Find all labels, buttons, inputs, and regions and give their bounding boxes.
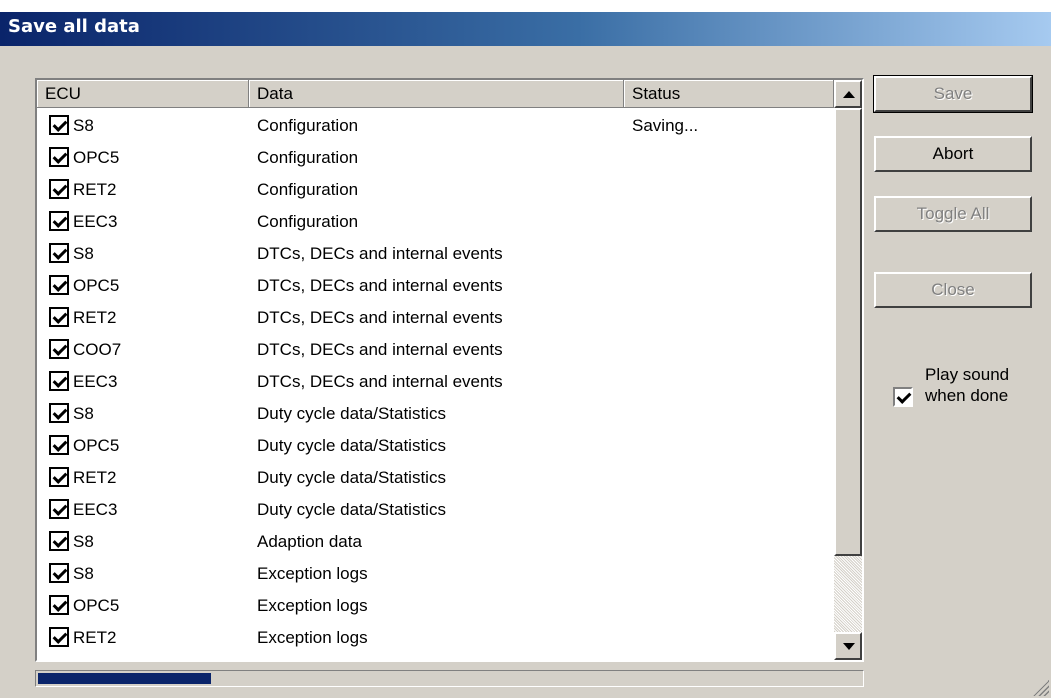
row-data: DTCs, DECs and internal events bbox=[257, 276, 503, 295]
save-all-data-dialog: Save all data ECU Data Status S8 Configur… bbox=[0, 12, 1051, 698]
table-row[interactable]: OPC5 Duty cycle data/Statistics bbox=[37, 430, 834, 462]
row-data: Duty cycle data/Statistics bbox=[257, 436, 446, 455]
row-checkbox[interactable] bbox=[49, 435, 69, 455]
row-ecu: RET2 bbox=[73, 180, 117, 199]
row-checkbox[interactable] bbox=[49, 531, 69, 551]
row-ecu: S8 bbox=[73, 564, 94, 583]
progress-bar-fill bbox=[38, 673, 211, 684]
row-ecu: RET2 bbox=[73, 468, 117, 487]
row-checkbox[interactable] bbox=[49, 595, 69, 615]
row-data: Duty cycle data/Statistics bbox=[257, 468, 446, 487]
table-row[interactable]: RET2 DTCs, DECs and internal events bbox=[37, 302, 834, 334]
row-checkbox[interactable] bbox=[49, 243, 69, 263]
row-data: Configuration bbox=[257, 180, 359, 199]
row-ecu: EEC3 bbox=[73, 372, 118, 391]
row-checkbox[interactable] bbox=[49, 467, 69, 487]
table-row[interactable]: S8 Adaption data bbox=[37, 526, 834, 558]
background-window-strip bbox=[0, 0, 1051, 12]
play-sound-label-line2: when done bbox=[925, 386, 1009, 405]
table-row[interactable]: OPC5 DTCs, DECs and internal events bbox=[37, 270, 834, 302]
row-data: Configuration bbox=[257, 148, 359, 167]
row-checkbox[interactable] bbox=[49, 339, 69, 359]
arrow-up-icon bbox=[843, 91, 855, 98]
list-rows: S8 Configuration Saving... OPC5 Configuratio… bbox=[37, 110, 834, 654]
row-checkbox[interactable] bbox=[49, 627, 69, 647]
row-ecu: RET2 bbox=[73, 308, 117, 327]
row-data: Duty cycle data/Statistics bbox=[257, 404, 446, 423]
scroll-down-button[interactable] bbox=[834, 632, 862, 660]
table-row[interactable]: EEC3 DTCs, DECs and internal events bbox=[37, 366, 834, 398]
row-ecu: S8 bbox=[73, 532, 94, 551]
table-row[interactable]: S8 Configuration Saving... bbox=[37, 110, 834, 142]
row-ecu: S8 bbox=[73, 404, 94, 423]
close-button[interactable]: Close bbox=[874, 272, 1032, 308]
row-data: DTCs, DECs and internal events bbox=[257, 340, 503, 359]
progress-bar bbox=[35, 670, 864, 687]
row-checkbox[interactable] bbox=[49, 115, 69, 135]
row-ecu: EEC3 bbox=[73, 500, 118, 519]
row-ecu: OPC5 bbox=[73, 596, 120, 615]
row-data: Configuration bbox=[257, 212, 359, 231]
row-data: Configuration bbox=[257, 116, 359, 135]
column-header-data[interactable]: Data bbox=[249, 80, 624, 108]
table-row[interactable]: RET2 Exception logs bbox=[37, 622, 834, 654]
row-checkbox[interactable] bbox=[49, 211, 69, 231]
table-row[interactable]: S8 DTCs, DECs and internal events bbox=[37, 238, 834, 270]
toggle-all-button[interactable]: Toggle All bbox=[874, 196, 1032, 232]
vertical-scrollbar[interactable] bbox=[834, 80, 862, 660]
column-header-ecu[interactable]: ECU bbox=[37, 80, 249, 108]
window-title: Save all data bbox=[8, 16, 140, 37]
row-ecu: S8 bbox=[73, 244, 94, 263]
arrow-down-icon bbox=[843, 643, 855, 650]
row-ecu: OPC5 bbox=[73, 276, 120, 295]
table-row[interactable]: OPC5 Exception logs bbox=[37, 590, 834, 622]
data-list[interactable]: ECU Data Status S8 Configuration Saving...… bbox=[35, 78, 864, 662]
table-row[interactable]: S8 Exception logs bbox=[37, 558, 834, 590]
row-ecu: EEC3 bbox=[73, 212, 118, 231]
row-checkbox[interactable] bbox=[49, 179, 69, 199]
table-row[interactable]: OPC5 Configuration bbox=[37, 142, 834, 174]
row-data: Exception logs bbox=[257, 628, 368, 647]
row-data: DTCs, DECs and internal events bbox=[257, 244, 503, 263]
list-header: ECU Data Status bbox=[37, 80, 862, 108]
row-checkbox[interactable] bbox=[49, 275, 69, 295]
abort-button[interactable]: Abort bbox=[874, 136, 1032, 172]
row-data: DTCs, DECs and internal events bbox=[257, 372, 503, 391]
row-data: Adaption data bbox=[257, 532, 362, 551]
row-ecu: OPC5 bbox=[73, 148, 120, 167]
table-row[interactable]: EEC3 Configuration bbox=[37, 206, 834, 238]
table-row[interactable]: RET2 Configuration bbox=[37, 174, 834, 206]
row-ecu: COO7 bbox=[73, 340, 122, 359]
row-checkbox[interactable] bbox=[49, 563, 69, 583]
row-checkbox[interactable] bbox=[49, 403, 69, 423]
resize-grip-icon[interactable] bbox=[1033, 680, 1049, 696]
row-ecu: OPC5 bbox=[73, 436, 120, 455]
row-data: DTCs, DECs and internal events bbox=[257, 308, 503, 327]
row-checkbox[interactable] bbox=[49, 147, 69, 167]
save-button[interactable]: Save bbox=[873, 75, 1033, 113]
table-row[interactable]: S8 Duty cycle data/Statistics bbox=[37, 398, 834, 430]
row-checkbox[interactable] bbox=[49, 371, 69, 391]
play-sound-label: Play sound when done bbox=[925, 364, 1009, 406]
play-sound-checkbox[interactable] bbox=[893, 387, 913, 407]
table-row[interactable]: RET2 Duty cycle data/Statistics bbox=[37, 462, 834, 494]
row-ecu: RET2 bbox=[73, 628, 117, 647]
row-checkbox[interactable] bbox=[49, 307, 69, 327]
scroll-up-button[interactable] bbox=[834, 80, 862, 108]
row-status: Saving... bbox=[632, 116, 699, 135]
row-ecu: S8 bbox=[73, 116, 94, 135]
row-data: Exception logs bbox=[257, 596, 368, 615]
table-row[interactable]: COO7 DTCs, DECs and internal events bbox=[37, 334, 834, 366]
column-header-status[interactable]: Status bbox=[624, 80, 834, 108]
row-data: Duty cycle data/Statistics bbox=[257, 500, 446, 519]
table-row[interactable]: EEC3 Duty cycle data/Statistics bbox=[37, 494, 834, 526]
row-data: Exception logs bbox=[257, 564, 368, 583]
play-sound-label-line1: Play sound bbox=[925, 365, 1010, 384]
row-checkbox[interactable] bbox=[49, 499, 69, 519]
scroll-thumb[interactable] bbox=[834, 108, 862, 556]
title-bar[interactable]: Save all data bbox=[0, 12, 1051, 46]
